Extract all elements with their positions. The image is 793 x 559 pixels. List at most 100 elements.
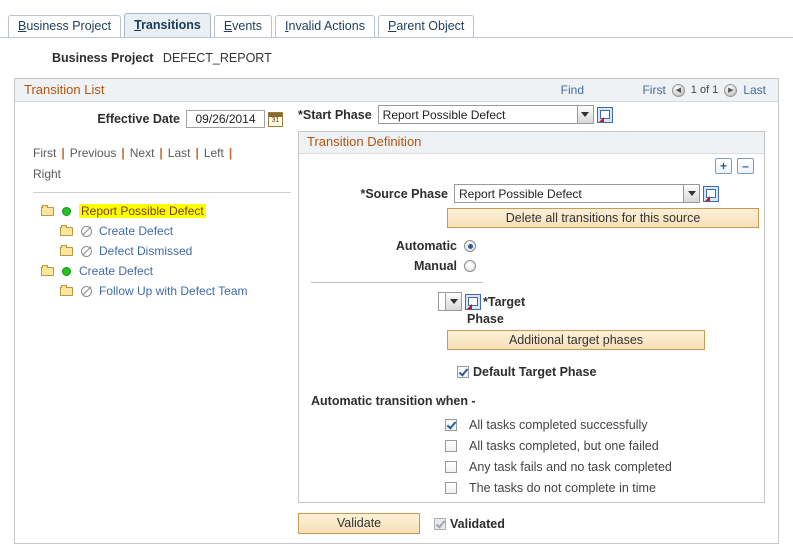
find-link[interactable]: Find [561, 83, 584, 97]
default-target-phase-checkbox[interactable] [457, 366, 469, 378]
transition-list-panel: Transition List Find First ◀ 1 of 1 ▶ La… [14, 78, 779, 544]
chevron-down-icon[interactable] [683, 185, 699, 202]
business-project-line: Business Project DEFECT_REPORT [52, 51, 272, 65]
nav-separator: | [159, 146, 163, 160]
tree-nav-right[interactable]: Right [33, 167, 61, 181]
tab-events-accesskey: E [223, 19, 233, 33]
tree-item-label: Create Defect [99, 224, 174, 238]
target-label: *Target [483, 294, 526, 309]
start-phase-label: *Start Phase [298, 107, 372, 122]
automatic-label: Automatic [395, 239, 457, 253]
phase-tree: Report Possible Defect Create Defect Def… [33, 201, 295, 301]
tree-item-create-defect-child[interactable]: Create Defect [33, 221, 295, 241]
folder-icon [60, 245, 75, 257]
transition-definition-title: Transition Definition [307, 134, 422, 149]
calendar-icon[interactable] [268, 111, 283, 127]
status-active-icon [62, 266, 71, 276]
tab-business-project[interactable]: Business Project [8, 15, 122, 37]
start-phase-lookup-icon[interactable] [596, 106, 613, 123]
tab-invalid-actions[interactable]: Invalid Actions [275, 15, 375, 37]
tab-strip: Business Project Transitions Events Inva… [0, 13, 793, 38]
tree-nav-next[interactable]: Next [130, 146, 155, 160]
tree-item-defect-dismissed[interactable]: Defect Dismissed [33, 241, 295, 261]
manual-row: Manual [299, 256, 766, 276]
condition-label: All tasks completed, but one failed [469, 438, 659, 453]
status-active-icon [62, 206, 71, 216]
condition-row: Any task fails and no task completed [445, 456, 672, 477]
tree-item-label: Defect Dismissed [99, 244, 193, 258]
tab-parent-object[interactable]: Parent Object [377, 15, 475, 37]
next-row-arrow-icon[interactable]: ▶ [724, 83, 738, 97]
previous-row-arrow-icon[interactable]: ◀ [671, 83, 685, 97]
add-row-button[interactable]: + [715, 158, 732, 174]
tree-item-report-possible-defect[interactable]: Report Possible Defect [33, 201, 295, 221]
tree-item-label: Report Possible Defect [79, 204, 206, 218]
nav-separator: | [195, 146, 199, 160]
tree-nav-previous[interactable]: Previous [70, 146, 117, 160]
target-phase-select[interactable] [438, 292, 462, 311]
tree-divider [33, 192, 291, 193]
start-phase-row: *Start Phase Report Possible Defect [298, 105, 613, 124]
transition-mode-group: Automatic Manual [299, 236, 766, 276]
effective-date-label: Effective Date [97, 112, 180, 126]
remove-row-button[interactable]: – [737, 158, 754, 174]
condition-row: All tasks completed, but one failed [445, 435, 672, 456]
tab-transitions[interactable]: Transitions [124, 13, 211, 37]
tab-parent-object-label: arent Object [396, 19, 465, 33]
last-row-link[interactable]: Last [743, 83, 766, 97]
condition-row: All tasks completed successfully [445, 414, 672, 435]
condition-all-tasks-completed-but-one-failed-checkbox[interactable] [445, 439, 457, 452]
tab-events[interactable]: Events [213, 15, 273, 37]
folder-icon [41, 205, 56, 217]
tree-item-follow-up-with-defect-team[interactable]: Follow Up with Defect Team [33, 281, 295, 301]
source-phase-value: Report Possible Defect [459, 186, 582, 201]
additional-target-phases-button[interactable]: Additional target phases [447, 330, 705, 350]
tree-item-create-defect[interactable]: Create Defect [33, 261, 295, 281]
validate-button[interactable]: Validate [298, 513, 420, 534]
condition-tasks-do-not-complete-in-time-checkbox[interactable] [445, 481, 457, 494]
validated-label: Validated [450, 516, 505, 531]
tree-item-label: Create Defect [79, 264, 154, 278]
tree-nav-links: First | Previous | Next | Last | Left | Right [33, 143, 288, 185]
condition-label: All tasks completed successfully [469, 417, 648, 432]
condition-label: The tasks do not complete in time [469, 480, 656, 495]
tab-transitions-label: ransitions [141, 18, 201, 32]
condition-all-tasks-completed-successfully-checkbox[interactable] [445, 418, 457, 431]
footer-actions: Validate Validated [298, 513, 505, 534]
tree-nav-last[interactable]: Last [168, 146, 191, 160]
folder-icon [60, 225, 75, 237]
transition-definition-header: Transition Definition [299, 132, 764, 154]
automatic-transition-when-label: Automatic transition when - [311, 394, 476, 408]
validated-group: Validated [434, 517, 505, 531]
manual-label: Manual [413, 259, 457, 273]
effective-date-input[interactable]: 09/26/2014 [186, 110, 265, 128]
condition-label: Any task fails and no task completed [469, 459, 672, 474]
start-phase-select[interactable]: Report Possible Defect [377, 105, 594, 124]
delete-all-transitions-button[interactable]: Delete all transitions for this source [447, 208, 759, 228]
tab-business-project-label: usiness Project [26, 19, 112, 33]
source-phase-lookup-icon[interactable] [703, 185, 719, 202]
chevron-down-icon[interactable] [576, 106, 593, 123]
tree-nav-left[interactable]: Left [204, 146, 224, 160]
tab-list: Business Project Transitions Events Inva… [0, 13, 793, 37]
first-row-link[interactable]: First [642, 83, 665, 97]
status-none-icon [81, 285, 92, 297]
condition-list: All tasks completed successfully All tas… [445, 414, 672, 498]
chevron-down-icon[interactable] [445, 293, 461, 310]
transition-definition-panel: Transition Definition + – *Source Phase … [298, 131, 765, 503]
business-project-value: DEFECT_REPORT [162, 51, 272, 65]
condition-row: The tasks do not complete in time [445, 477, 672, 498]
target-phase-lookup-icon[interactable] [465, 293, 481, 310]
automatic-radio[interactable] [464, 240, 476, 252]
status-none-icon [81, 225, 92, 237]
tree-nav-first[interactable]: First [33, 146, 56, 160]
page-count: 1 of 1 [690, 84, 719, 96]
folder-icon [60, 285, 75, 297]
source-phase-select[interactable]: Report Possible Defect [454, 184, 700, 203]
manual-radio[interactable] [464, 260, 476, 272]
nav-separator: | [121, 146, 125, 160]
add-remove-row-buttons: + – [715, 158, 754, 174]
condition-any-task-fails-and-no-task-completed-checkbox[interactable] [445, 460, 457, 473]
start-phase-value: Report Possible Defect [382, 107, 506, 122]
nav-separator: | [228, 146, 233, 160]
